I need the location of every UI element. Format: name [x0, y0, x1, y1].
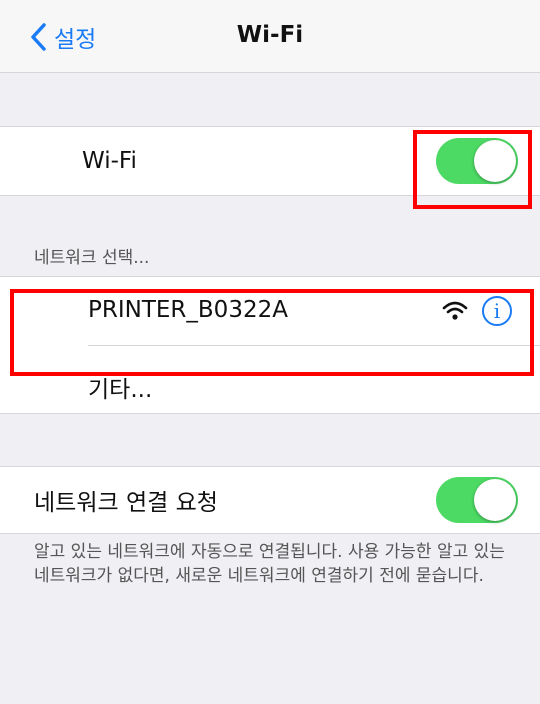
ask-join-group: 네트워크 연결 요청	[0, 466, 540, 534]
navigation-bar: 설정 Wi-Fi	[0, 0, 540, 73]
wifi-label: Wi-Fi	[82, 148, 137, 174]
highlight-box-wifi-toggle	[413, 130, 532, 209]
ask-join-label: 네트워크 연결 요청	[34, 490, 218, 516]
highlight-box-network	[10, 289, 534, 376]
toggle-knob	[474, 479, 516, 521]
ask-join-footer: 알고 있는 네트워크에 자동으로 연결됩니다. 사용 가능한 알고 있는 네트워…	[34, 542, 505, 586]
networks-section-header: 네트워크 선택...	[34, 248, 150, 268]
ask-join-toggle[interactable]	[436, 477, 518, 523]
page-title: Wi-Fi	[236, 22, 304, 48]
